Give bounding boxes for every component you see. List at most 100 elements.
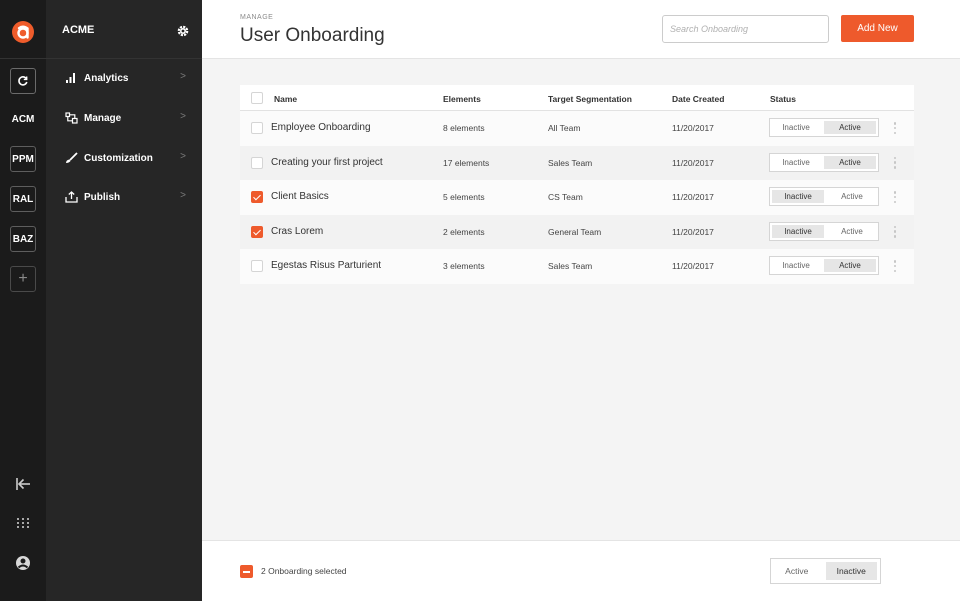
sidebar-item-label: Customization: [84, 152, 153, 164]
add-new-button[interactable]: Add New: [841, 15, 914, 42]
row-checkbox[interactable]: [251, 156, 263, 169]
column-header-segmentation[interactable]: Target Segmentation: [548, 94, 632, 104]
row-more-icon[interactable]: [890, 189, 900, 205]
column-header-elements[interactable]: Elements: [443, 94, 481, 104]
status-inactive-option[interactable]: Inactive: [770, 119, 822, 136]
table-row[interactable]: Client Basics 5 elements CS Team 11/20/2017…: [240, 180, 914, 215]
table-header: Name Elements Target Segmentation Date C…: [240, 85, 914, 111]
status-toggle[interactable]: Inactive Active: [769, 152, 879, 172]
rail-divider: [0, 58, 46, 59]
workspace-rail: ACM PPM RAL BAZ +: [0, 0, 46, 601]
sidebar-nav: ACME Analytics > Manage > Customization …: [46, 0, 202, 601]
sidebar-item-label: Publish: [84, 191, 121, 203]
table-row[interactable]: Egestas Risus Parturient 3 elements Sales …: [240, 249, 914, 284]
row-segmentation: Sales Team: [548, 261, 593, 271]
row-date: 11/20/2017: [672, 261, 714, 271]
column-header-name[interactable]: Name: [274, 94, 297, 104]
onboarding-table: Name Elements Target Segmentation Date C…: [240, 85, 914, 284]
upload-icon: [64, 190, 78, 204]
select-all-checkbox[interactable]: [251, 92, 263, 104]
row-elements: 3 elements: [443, 261, 485, 271]
workspace-acm[interactable]: ACM: [10, 106, 36, 132]
status-inactive-option[interactable]: Inactive: [770, 257, 822, 274]
row-segmentation: All Team: [548, 123, 581, 133]
chevron-right-icon: >: [180, 151, 186, 162]
column-header-status[interactable]: Status: [770, 94, 796, 104]
flow-icon: [64, 111, 78, 125]
column-header-date[interactable]: Date Created: [672, 94, 724, 104]
status-inactive-option[interactable]: Inactive: [770, 154, 822, 171]
add-workspace-button[interactable]: +: [10, 266, 36, 292]
status-toggle[interactable]: Inactive Active: [769, 256, 879, 275]
row-name: Creating your first project: [271, 156, 383, 168]
sync-workspace-button[interactable]: [10, 68, 36, 94]
chevron-right-icon: >: [180, 190, 186, 201]
status-inactive-option[interactable]: Inactive: [772, 190, 824, 203]
workspace-ppm[interactable]: PPM: [10, 146, 36, 172]
app-logo-icon[interactable]: [12, 21, 34, 43]
sidebar-item-label: Analytics: [84, 72, 129, 84]
deselect-all-checkbox[interactable]: [240, 565, 253, 578]
page-title: User Onboarding: [240, 25, 385, 46]
breadcrumb: MANAGE: [240, 14, 274, 21]
bulk-inactive-option[interactable]: Inactive: [825, 562, 877, 580]
row-date: 11/20/2017: [672, 192, 714, 202]
row-more-icon[interactable]: [890, 155, 900, 171]
row-checkbox[interactable]: [251, 225, 263, 238]
bulk-active-option[interactable]: Active: [771, 559, 823, 583]
sidebar-item-manage[interactable]: Manage >: [46, 103, 202, 133]
refresh-icon: [18, 76, 28, 86]
row-checkbox[interactable]: [251, 260, 263, 272]
page-header: MANAGE User Onboarding Add New: [202, 0, 960, 59]
row-elements: 8 elements: [443, 123, 485, 133]
status-active-option[interactable]: Active: [826, 188, 878, 205]
nav-divider: [46, 58, 202, 59]
row-name: Egestas Risus Parturient: [271, 260, 382, 271]
workspace-title: ACME: [62, 24, 95, 36]
status-active-option[interactable]: Active: [824, 155, 876, 169]
row-elements: 2 elements: [443, 226, 485, 237]
workspace-ral[interactable]: RAL: [10, 186, 36, 212]
status-inactive-option[interactable]: Inactive: [772, 224, 824, 238]
status-active-option[interactable]: Active: [826, 223, 878, 240]
row-elements: 17 elements: [443, 157, 490, 168]
chevron-right-icon: >: [180, 71, 186, 82]
row-date: 11/20/2017: [672, 226, 714, 237]
bar-chart-icon: [64, 71, 78, 85]
sidebar-item-customization[interactable]: Customization >: [46, 143, 202, 173]
user-account-icon[interactable]: [13, 553, 33, 573]
row-more-icon[interactable]: [890, 120, 900, 136]
status-toggle[interactable]: Inactive Active: [769, 187, 879, 206]
collapse-sidebar-icon[interactable]: [13, 474, 33, 494]
status-active-option[interactable]: Active: [824, 121, 876, 134]
row-more-icon[interactable]: [890, 224, 900, 240]
search-input[interactable]: [662, 15, 829, 43]
row-name: Cras Lorem: [271, 225, 324, 237]
chevron-right-icon: >: [180, 111, 186, 122]
table-row[interactable]: Employee Onboarding 8 elements All Team 11/…: [240, 111, 914, 146]
row-more-icon[interactable]: [890, 258, 900, 274]
row-checkbox[interactable]: [251, 122, 263, 134]
sidebar-item-publish[interactable]: Publish >: [46, 182, 202, 212]
sliders-icon[interactable]: [13, 514, 33, 534]
selection-count: 2 Onboarding selected: [261, 566, 347, 576]
row-name: Employee Onboarding: [271, 122, 371, 133]
row-segmentation: Sales Team: [548, 157, 593, 168]
status-toggle[interactable]: Inactive Active: [769, 221, 879, 241]
row-segmentation: General Team: [548, 226, 602, 237]
workspace-baz[interactable]: BAZ: [10, 226, 36, 252]
sidebar-item-analytics[interactable]: Analytics >: [46, 63, 202, 93]
table-row[interactable]: Cras Lorem 2 elements General Team 11/20/20…: [240, 214, 914, 249]
row-elements: 5 elements: [443, 192, 485, 202]
row-segmentation: CS Team: [548, 192, 583, 202]
table-row[interactable]: Creating your first project 17 elements Sa…: [240, 145, 914, 180]
status-toggle[interactable]: Inactive Active: [769, 118, 879, 137]
brush-icon: [64, 151, 78, 165]
row-date: 11/20/2017: [672, 157, 714, 168]
bulk-action-bar: 2 Onboarding selected Active Inactive: [202, 540, 960, 601]
bulk-status-toggle[interactable]: Active Inactive: [770, 558, 881, 584]
row-checkbox[interactable]: [251, 191, 263, 203]
row-name: Client Basics: [271, 191, 329, 202]
gear-icon[interactable]: [176, 24, 190, 38]
status-active-option[interactable]: Active: [824, 259, 876, 272]
